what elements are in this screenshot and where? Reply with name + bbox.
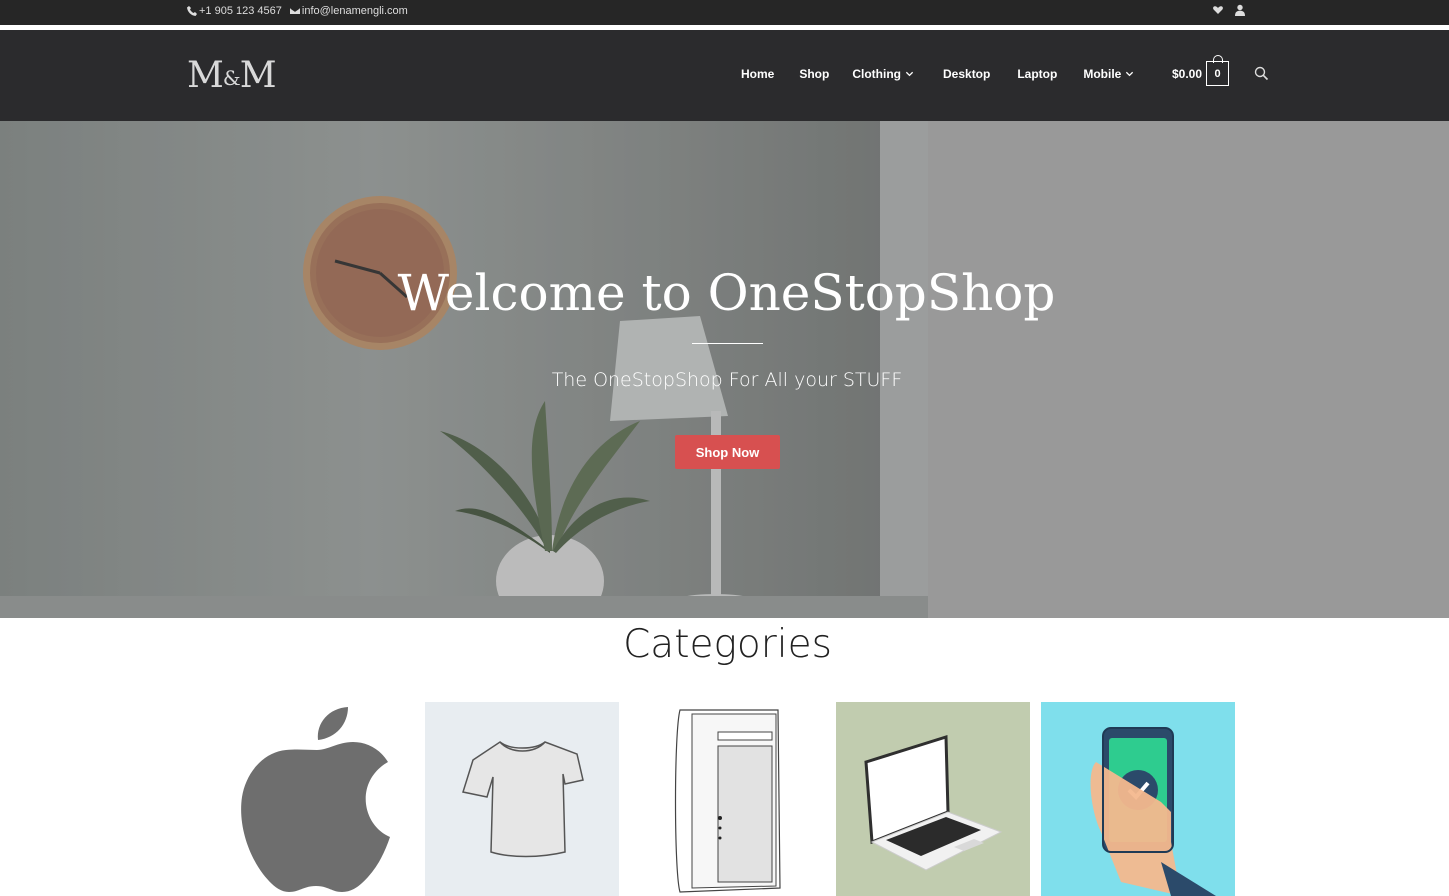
cart-total: $0.00: [1172, 66, 1203, 81]
nav-item-shop[interactable]: Shop: [799, 67, 829, 81]
phone-number: +1 905 123 4567: [199, 5, 282, 17]
logo-letter-m: M: [239, 55, 277, 96]
hero-title: Welcome to OneStopShop: [397, 264, 1056, 322]
category-tile-laptop[interactable]: [836, 702, 1030, 896]
nav-item-clothing[interactable]: Clothing: [852, 67, 914, 81]
category-tile-clothing[interactable]: [425, 702, 619, 896]
nav-label: Desktop: [943, 67, 991, 81]
top-bar-icons: [1212, 4, 1246, 16]
user-icon[interactable]: [1234, 4, 1246, 16]
logo-ampersand: &: [222, 66, 241, 90]
category-tile-desktop[interactable]: [630, 702, 824, 896]
site-logo[interactable]: M&M: [187, 55, 277, 96]
categories-title: Categories: [623, 622, 832, 667]
hero-banner: Welcome to OneStopShop The OneStopShop F…: [0, 121, 1449, 618]
main-nav: Home Shop Clothing Desktop Laptop Mobile: [741, 67, 1134, 81]
nav-label: Mobile: [1083, 67, 1122, 81]
nav-label: Laptop: [1017, 67, 1058, 81]
nav-label: Home: [741, 67, 775, 81]
nav-item-home[interactable]: Home: [741, 67, 774, 81]
phone-icon: [187, 6, 197, 16]
heart-icon[interactable]: [1212, 4, 1224, 16]
hero-subtitle: The OneStopShop For All your STUFF: [551, 369, 903, 391]
desktop-tower-icon: [630, 702, 824, 896]
cart-button[interactable]: $0.00 0: [1172, 55, 1230, 86]
chevron-down-icon: [905, 71, 914, 76]
nav-label: Shop: [799, 67, 830, 81]
phone-contact[interactable]: +1 905 123 4567: [187, 5, 282, 17]
logo-letter-m: M: [187, 55, 224, 96]
nav-label: Clothing: [852, 67, 901, 81]
cart-count: 0: [1214, 67, 1221, 80]
smartphone-check-icon: [1041, 702, 1235, 896]
shopping-bag-icon: 0: [1206, 55, 1230, 86]
email-contact[interactable]: info@lenamengli.com: [289, 5, 408, 17]
nav-item-laptop[interactable]: Laptop: [1017, 67, 1057, 81]
category-tile-mobile[interactable]: [1041, 702, 1235, 896]
nav-item-desktop[interactable]: Desktop: [943, 67, 990, 81]
email-address: info@lenamengli.com: [301, 5, 408, 17]
category-tile-apple[interactable]: [220, 702, 414, 896]
laptop-icon: [836, 702, 1030, 896]
chevron-down-icon: [1126, 71, 1134, 76]
tshirt-icon: [425, 702, 619, 896]
hero-divider: [692, 343, 763, 344]
search-icon: [1254, 66, 1269, 81]
shop-now-button[interactable]: Shop Now: [675, 435, 780, 469]
apple-logo-icon: [220, 702, 414, 896]
search-button[interactable]: [1254, 66, 1269, 81]
nav-item-mobile[interactable]: Mobile: [1083, 67, 1134, 81]
envelope-icon: [289, 7, 300, 14]
contact-info: +1 905 123 4567 info@lenamengli.com: [187, 5, 408, 17]
top-bar: +1 905 123 4567 info@lenamengli.com: [0, 0, 1449, 25]
